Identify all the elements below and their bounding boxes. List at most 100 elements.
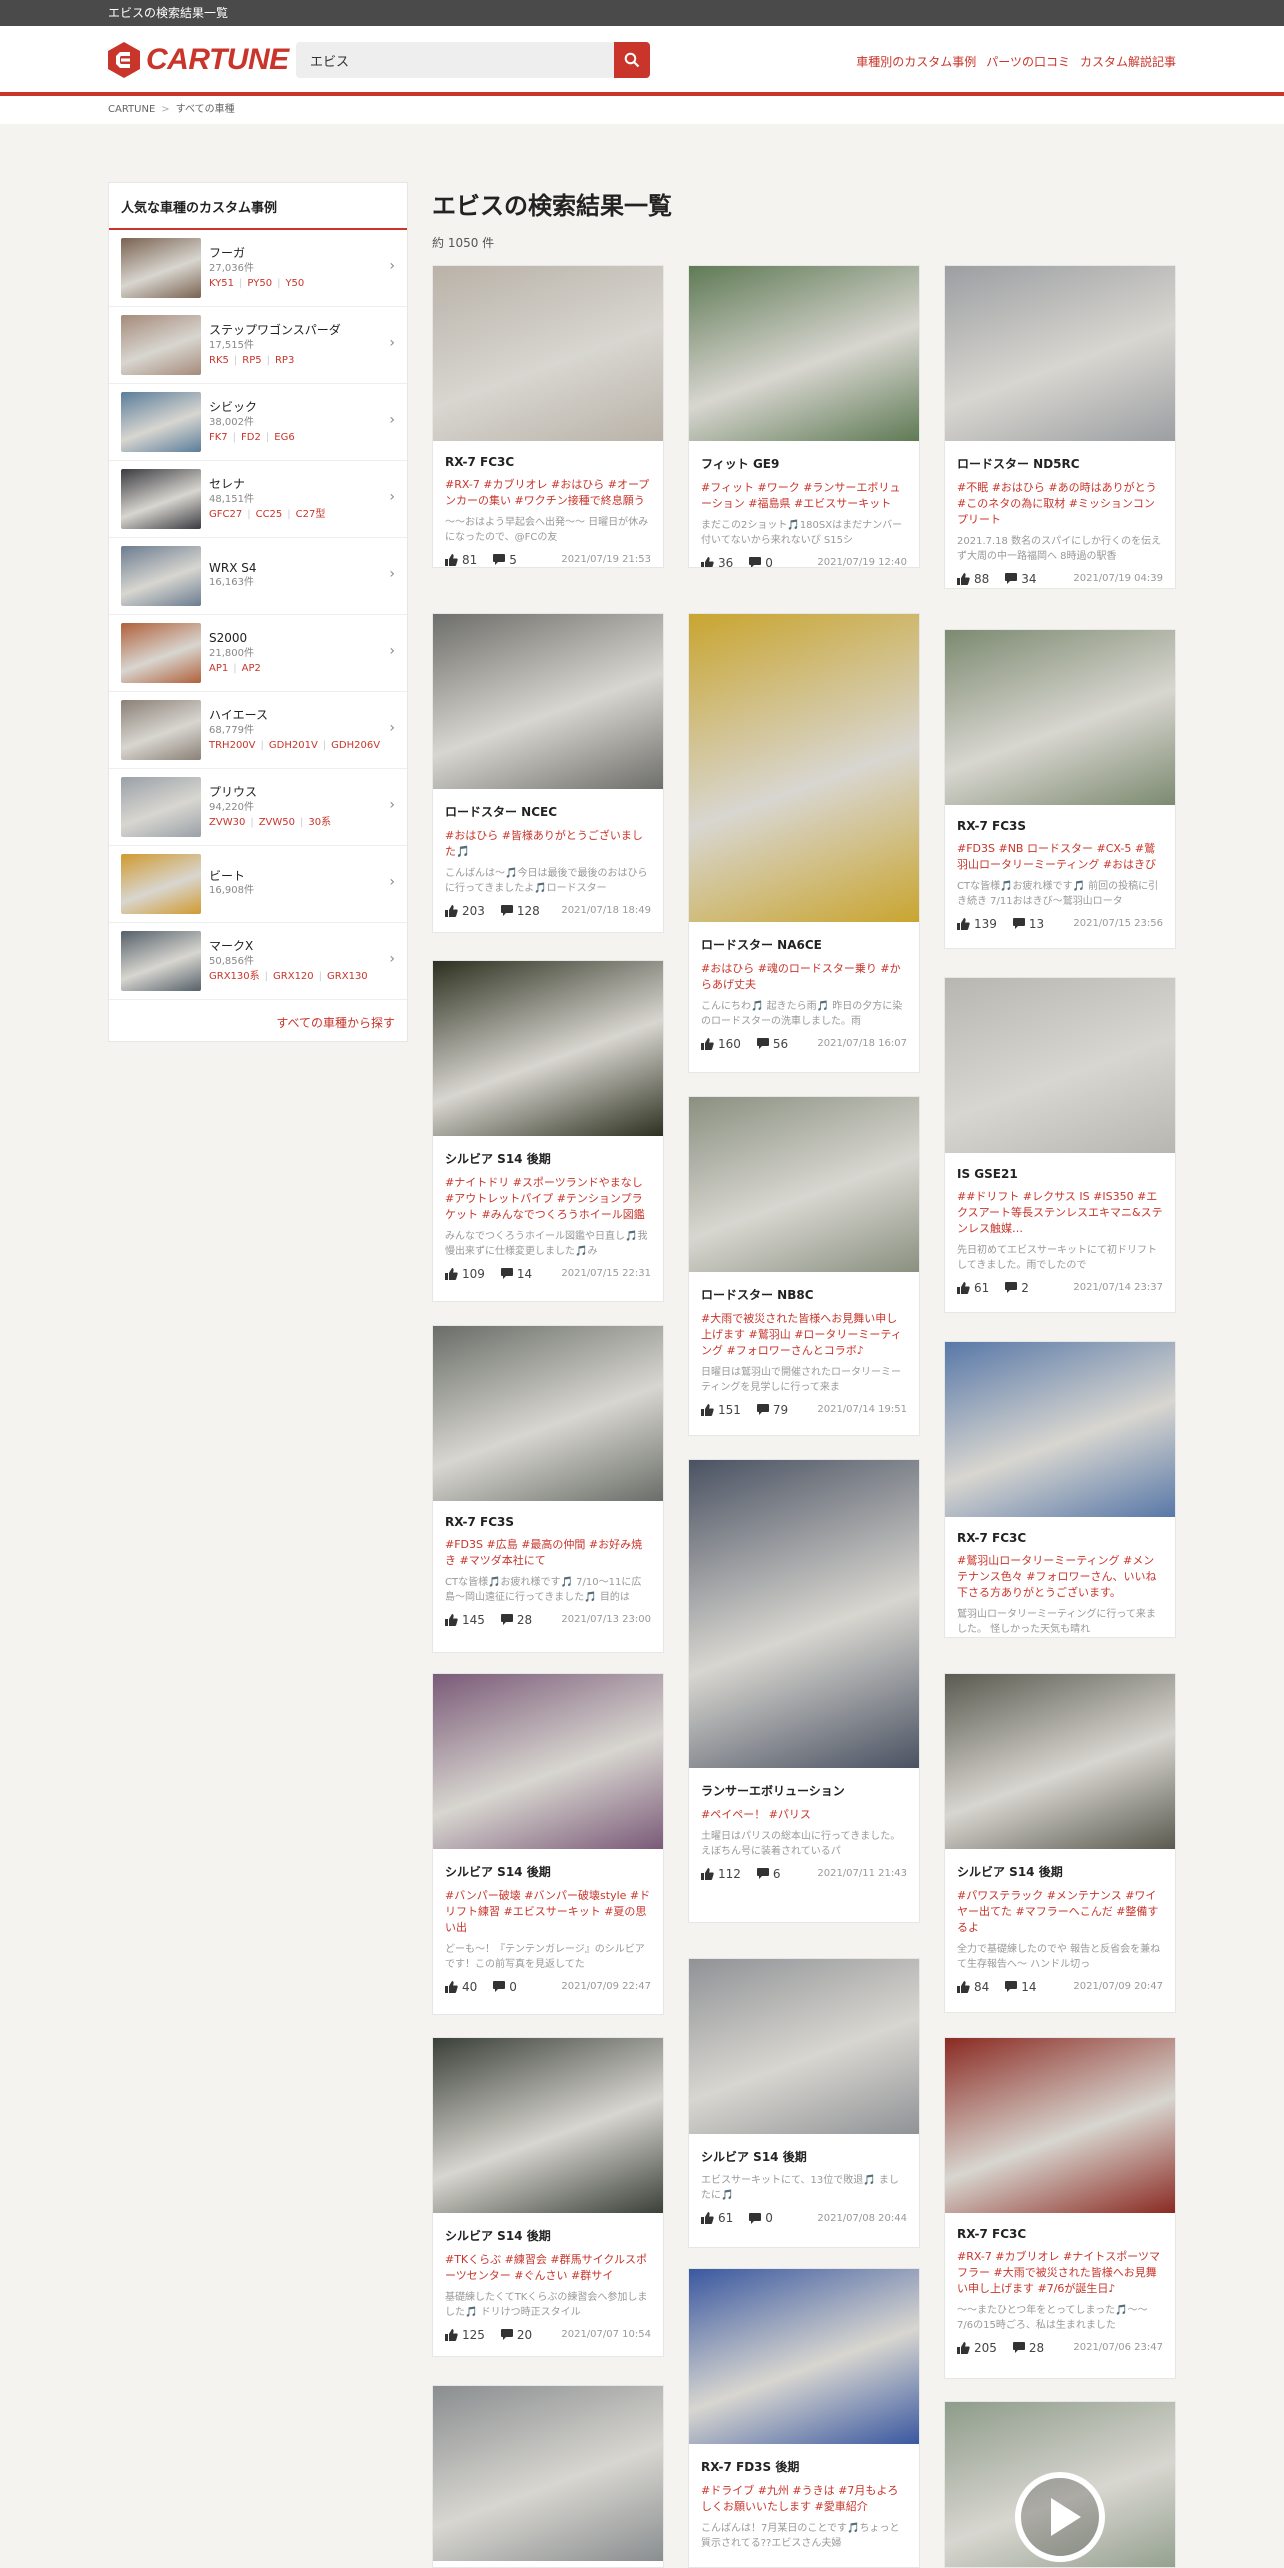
model-code[interactable]: ZVW50 <box>245 817 295 828</box>
card-photo[interactable] <box>945 630 1175 805</box>
card-tags[interactable]: #RX-7 #カブリオレ #ナイトスポーツマフラー #大雨で被災された皆様へお見… <box>957 2249 1163 2297</box>
card-photo[interactable] <box>689 266 919 441</box>
sidebar-item[interactable]: ハイエース 68,779件 TRH200VGDH201VGDH206V › <box>109 692 407 769</box>
sidebar-item[interactable]: S2000 21,800件 AP1AP2 › <box>109 615 407 692</box>
sidebar-item[interactable]: プリウス 94,220件 ZVW30ZVW5030系 › <box>109 769 407 846</box>
nav-articles-link[interactable]: カスタム解説記事 <box>1080 53 1176 70</box>
sidebar-item[interactable]: WRX S4 16,163件 › <box>109 538 407 615</box>
model-code[interactable]: GRX130系 <box>209 971 260 982</box>
card-tags[interactable]: #FD3S #広島 #最高の仲間 #お好み焼き #マツダ本社にて <box>445 1537 651 1569</box>
logo[interactable]: CARTUNE <box>108 42 289 78</box>
nav-parts-review-link[interactable]: パーツの口コミ <box>986 53 1070 70</box>
sidebar-item[interactable]: ステップワゴンスパーダ 17,515件 RK5RP5RP3 › <box>109 307 407 384</box>
card-tags[interactable]: #おはひら #魂のロードスター乗り #からあげ丈夫 <box>701 961 907 993</box>
card-photo[interactable] <box>945 1342 1175 1517</box>
card-tags[interactable]: #FD3S #NB ロードスター #CX-5 #鷲羽山ロータリーミーティング #… <box>957 841 1163 873</box>
search-button[interactable] <box>614 42 650 78</box>
card-tags[interactable]: #フィット #ワーク #ランサーエボリューション #福島県 #エビスサーキット <box>701 480 907 512</box>
result-card[interactable]: RX-7 FC3S #FD3S #NB ロードスター #CX-5 #鷲羽山ロータ… <box>944 629 1176 949</box>
search-input[interactable] <box>296 42 614 78</box>
result-card[interactable]: ロードスター NB8C #大雨で被災された皆様へお見舞い申し上げます #鷲羽山 … <box>688 1096 920 1436</box>
breadcrumb-all-cars[interactable]: すべての車種 <box>176 96 235 124</box>
model-code[interactable]: GRX120 <box>260 971 314 982</box>
result-card[interactable]: RX-7 FD3S 後期 #ドライブ #九州 #うきは #7月もよろしくお願いい… <box>688 2268 920 2568</box>
result-card[interactable]: RX-7 FC3S #FD3S #広島 #最高の仲間 #お好み焼き #マツダ本社… <box>432 1325 664 1653</box>
card-photo[interactable] <box>689 1097 919 1272</box>
card-photo[interactable] <box>689 614 919 922</box>
card-photo[interactable] <box>433 1326 663 1501</box>
model-code[interactable]: GDH201V <box>256 740 318 751</box>
result-card[interactable]: ロードスター NCEC #おはひら #皆様ありがとうございました🎵 こんばんは〜… <box>432 613 664 933</box>
model-code[interactable]: AP1 <box>209 663 228 674</box>
result-card[interactable]: シルビア S14 後期 #TKくらぶ #練習会 #群馬サイクルスポーツセンター … <box>432 2037 664 2357</box>
card-photo[interactable] <box>433 961 663 1136</box>
card-tags[interactable]: #おはひら #皆様ありがとうございました🎵 <box>445 828 651 860</box>
model-code[interactable]: FD2 <box>228 432 261 443</box>
breadcrumb-home[interactable]: CARTUNE <box>108 96 155 124</box>
result-card[interactable]: ロードスター NA6CE #おはひら #魂のロードスター乗り #からあげ丈夫 こ… <box>688 613 920 1073</box>
result-card[interactable]: シルビア S14 後期 #ナイトドリ #スポーツランドやまなし #アウトレットパ… <box>432 960 664 1302</box>
result-card[interactable]: ロードスター ND5RC #不眠 #おはひら #あの時はありがとう #このネタの… <box>944 265 1176 589</box>
sidebar-item[interactable]: ビート 16,908件 › <box>109 846 407 923</box>
result-card[interactable]: RX-7 FC3C #RX-7 #カブリオレ #ナイトスポーツマフラー #大雨で… <box>944 2037 1176 2379</box>
card-photo[interactable] <box>689 1460 919 1768</box>
result-card[interactable]: RX-7 FC3C #鷲羽山ロータリーミーティング #メンテナンス色々 #フォロ… <box>944 1341 1176 1638</box>
model-code[interactable]: C27型 <box>282 509 325 520</box>
card-photo[interactable] <box>433 266 663 441</box>
play-icon[interactable] <box>1015 2472 1105 2562</box>
result-card[interactable]: RX-7 FC3C #RX-7 #カブリオレ #おはひら #オープンカーの集い … <box>432 265 664 568</box>
card-photo[interactable] <box>689 2269 919 2444</box>
card-photo[interactable] <box>945 1674 1175 1849</box>
result-card[interactable]: シルビア S14 後期 #パワステラック #メンテナンス #ワイヤー出てた #マ… <box>944 1673 1176 2013</box>
card-tags[interactable]: #ナイトドリ #スポーツランドやまなし #アウトレットパイプ #テンションプラケ… <box>445 1175 651 1223</box>
model-code[interactable]: RK5 <box>209 355 229 366</box>
model-code[interactable]: KY51 <box>209 278 234 289</box>
model-code[interactable]: GDH206V <box>318 740 380 751</box>
card-tags[interactable]: #TKくらぶ #練習会 #群馬サイクルスポーツセンター #ぐんさい #群サイ <box>445 2252 651 2284</box>
result-card[interactable]: シルビア S14 後期 エビスサーキットにて、13位で敗退🎵 ましたに🎵 61 … <box>688 1958 920 2248</box>
card-tags[interactable]: #パワステラック #メンテナンス #ワイヤー出てた #マフラーへこんだ #整備す… <box>957 1888 1163 1936</box>
result-card[interactable]: シルビア S14 後期 #バンパー破壊 #バンパー破壊style #ドリフト練習… <box>432 1673 664 2015</box>
card-tags[interactable]: ##ドリフト #レクサス IS #IS350 #エクスアート等長ステンレスエキマ… <box>957 1189 1163 1237</box>
model-code[interactable]: AP2 <box>228 663 261 674</box>
card-photo[interactable] <box>433 614 663 789</box>
sidebar-item[interactable]: マークX 50,856件 GRX130系GRX120GRX130 › <box>109 923 407 1000</box>
model-code[interactable]: GRX130 <box>314 971 368 982</box>
card-photo[interactable] <box>433 2038 663 2213</box>
model-code[interactable]: RP3 <box>262 355 295 366</box>
sidebar-item[interactable]: シビック 38,002件 FK7FD2EG6 › <box>109 384 407 461</box>
result-card[interactable]: フィット GE9 #フィット #ワーク #ランサーエボリューション #福島県 #… <box>688 265 920 568</box>
model-code[interactable]: 30系 <box>295 817 331 828</box>
result-card[interactable]: ランサーエボリューション #ペイペー！ #パリス 土曜日はパリスの総本山に行って… <box>688 1459 920 1923</box>
model-code[interactable]: TRH200V <box>209 740 256 751</box>
sidebar-item[interactable]: フーガ 27,036件 KY51PY50Y50 › <box>109 230 407 307</box>
model-code[interactable]: RP5 <box>229 355 262 366</box>
card-photo[interactable] <box>433 1674 663 1849</box>
nav-car-custom-link[interactable]: 車種別のカスタム事例 <box>856 53 976 70</box>
model-code[interactable]: EG6 <box>261 432 295 443</box>
result-card[interactable] <box>432 2385 664 2568</box>
model-code[interactable]: GFC27 <box>209 509 242 520</box>
all-cars-link[interactable]: すべての車種から探す <box>109 1000 407 1041</box>
card-photo[interactable] <box>945 266 1175 441</box>
card-tags[interactable]: #大雨で被災された皆様へお見舞い申し上げます #鷲羽山 #ロータリーミーティング… <box>701 1311 907 1359</box>
card-photo[interactable] <box>433 2386 663 2561</box>
card-photo[interactable] <box>945 2402 1175 2567</box>
card-tags[interactable]: #ドライブ #九州 #うきは #7月もよろしくお願いいたします #愛車紹介 <box>701 2483 907 2515</box>
result-card[interactable] <box>944 2401 1176 2568</box>
card-photo[interactable] <box>945 2038 1175 2213</box>
card-tags[interactable]: #バンパー破壊 #バンパー破壊style #ドリフト練習 #エビスサーキット #… <box>445 1888 651 1936</box>
sidebar-item[interactable]: セレナ 48,151件 GFC27CC25C27型 › <box>109 461 407 538</box>
model-code[interactable]: ZVW30 <box>209 817 245 828</box>
card-photo[interactable] <box>689 1959 919 2134</box>
card-tags[interactable]: #RX-7 #カブリオレ #おはひら #オープンカーの集い #ワクチン接種で終息… <box>445 477 651 509</box>
model-code[interactable]: FK7 <box>209 432 228 443</box>
result-card[interactable]: IS GSE21 ##ドリフト #レクサス IS #IS350 #エクスアート等… <box>944 977 1176 1313</box>
model-code[interactable]: PY50 <box>234 278 272 289</box>
card-photo[interactable] <box>945 978 1175 1153</box>
card-tags[interactable]: #不眠 #おはひら #あの時はありがとう #このネタの為に取材 #ミッションコン… <box>957 480 1163 528</box>
card-tags[interactable]: #鷲羽山ロータリーミーティング #メンテナンス色々 #フォロワーさん、いいね下さ… <box>957 1553 1163 1601</box>
card-tags[interactable]: #ペイペー！ #パリス <box>701 1807 907 1823</box>
model-code[interactable]: CC25 <box>242 509 282 520</box>
model-code[interactable]: Y50 <box>272 278 304 289</box>
